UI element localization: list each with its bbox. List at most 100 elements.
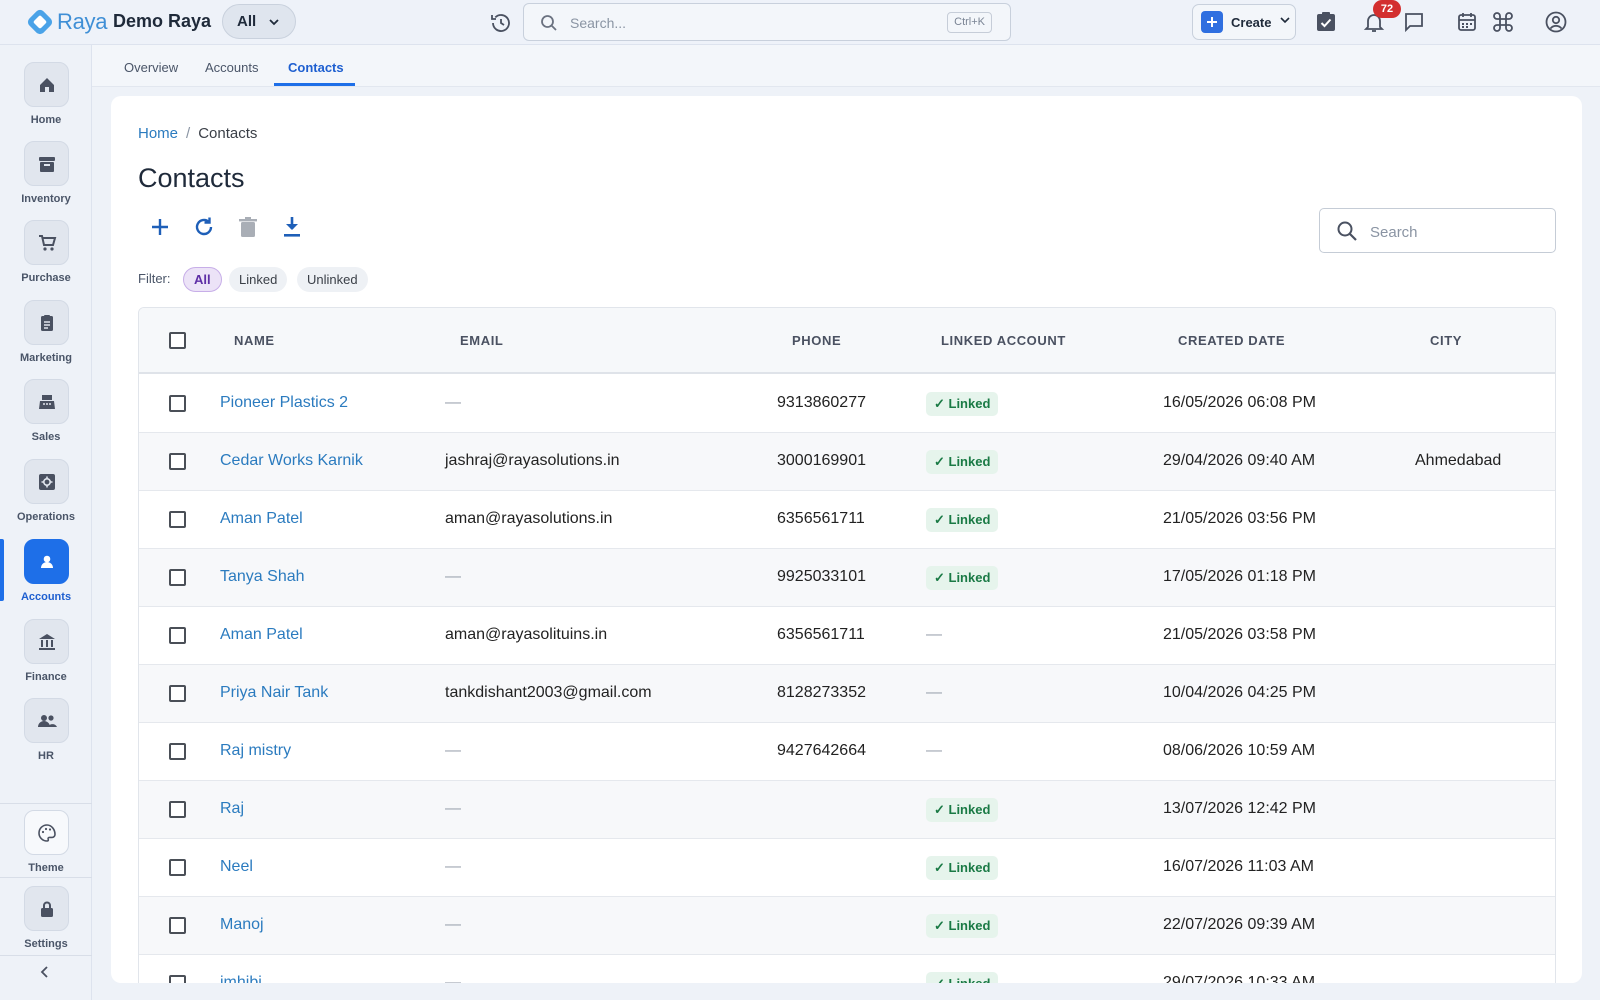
clipboard-icon [24,300,69,345]
contact-name-link[interactable]: Aman Patel [220,510,303,528]
row-checkbox[interactable] [169,859,186,876]
contact-name-link[interactable]: Cedar Works Karnik [220,452,363,470]
sidebar-divider [0,803,92,804]
contact-name-link[interactable]: Raj [220,800,244,818]
filter-chip-linked[interactable]: Linked [229,267,288,292]
tasks-icon[interactable] [1314,10,1338,34]
sidebar-item-accounts[interactable]: Accounts [0,539,92,617]
row-checkbox[interactable] [169,685,186,702]
contact-name-link[interactable]: Manoj [220,916,264,934]
filter-chip-all[interactable]: All [183,267,222,292]
sidebar-item-marketing[interactable]: Marketing [0,300,92,378]
sidebar-item-finance[interactable]: Finance [0,619,92,697]
search-icon [1336,220,1358,247]
table-row[interactable]: Pioneer Plastics 2 — 9313860277 ✓ Linked 16/… [139,375,1555,433]
sidebar-item-label: Finance [25,671,67,683]
sidebar-item-purchase[interactable]: Purchase [0,220,92,298]
collapse-sidebar-icon[interactable] [36,963,54,986]
user-avatar-icon[interactable] [1544,10,1568,34]
row-checkbox[interactable] [169,627,186,644]
row-checkbox[interactable] [169,511,186,528]
contact-name-link[interactable]: imhibi [220,974,262,983]
command-icon[interactable] [1491,10,1515,34]
row-checkbox[interactable] [169,743,186,760]
global-search[interactable]: Search... Ctrl+K [523,3,1011,41]
row-checkbox[interactable] [169,395,186,412]
cart-icon [24,220,69,265]
sidebar-item-inventory[interactable]: Inventory [0,141,92,219]
chat-icon[interactable] [1402,10,1426,34]
filter-label: Filter: [138,271,171,286]
table-row[interactable]: Manoj — ✓ Linked 22/07/2026 09:39 AM [139,897,1555,955]
sidebar-item-operations[interactable]: Operations [0,459,92,537]
linked-account-empty: — [926,626,942,643]
chevron-down-icon [1279,13,1291,31]
contact-name-link[interactable]: Priya Nair Tank [220,684,328,702]
gear-box-icon [24,459,69,504]
column-header-linked-account[interactable]: LINKED ACCOUNT [941,333,1066,348]
column-header-email[interactable]: EMAIL [460,333,503,348]
add-contact-button[interactable] [147,214,173,240]
calendar-icon[interactable] [1455,10,1479,34]
row-checkbox[interactable] [169,801,186,818]
org-name: Demo Raya [113,11,212,31]
row-checkbox[interactable] [169,569,186,586]
history-icon[interactable] [489,11,513,35]
sidebar-item-label: Purchase [21,272,71,284]
contact-name-link[interactable]: Pioneer Plastics 2 [220,394,348,412]
contact-name-link[interactable]: Neel [220,858,253,876]
tab-contacts[interactable]: Contacts [288,60,344,75]
contact-created-date: 29/07/2026 10:33 AM [1163,974,1316,983]
sidebar-divider [0,955,92,956]
tab-accounts[interactable]: Accounts [205,60,258,75]
refresh-button[interactable] [191,214,217,240]
linked-status-badge: ✓ Linked [926,972,999,983]
download-button[interactable] [279,214,305,240]
refresh-icon [195,217,213,236]
contacts-search[interactable]: Search [1319,208,1556,253]
tab-overview[interactable]: Overview [124,60,178,75]
sidebar-item-hr[interactable]: HR [0,698,92,776]
table-row[interactable]: imhibi — ✓ Linked 29/07/2026 10:33 AM [139,955,1555,983]
sidebar-item-sales[interactable]: Sales [0,379,92,457]
table-row[interactable]: Raj mistry — 9427642664 — 08/06/2026 10:59 A… [139,723,1555,781]
contact-name-link[interactable]: Aman Patel [220,626,303,644]
sidebar-item-label: HR [38,750,54,762]
contact-email: — [445,742,461,759]
column-header-phone[interactable]: PHONE [792,333,841,348]
brand-logo[interactable]: Raya [25,7,107,37]
table-row[interactable]: Aman Patel aman@rayasolutions.in 635656171… [139,491,1555,549]
contact-email: — [445,800,461,817]
column-header-city[interactable]: CITY [1430,333,1462,348]
contact-email: — [445,394,461,411]
contact-email: aman@rayasolutions.in [445,510,613,527]
brand-name: Raya [57,9,108,34]
sidebar-item-label: Operations [16,511,76,523]
contact-email: jashraj@rayasolutions.in [445,452,620,469]
create-button[interactable]: Create [1192,4,1296,40]
row-checkbox[interactable] [169,453,186,470]
sidebar-item-settings[interactable]: Settings [0,886,92,964]
contact-created-date: 16/05/2026 06:08 PM [1163,394,1317,411]
table-row[interactable]: Aman Patel aman@rayasolituins.in 635656171… [139,607,1555,665]
table-row[interactable]: Cedar Works Karnik jashraj@rayasolutions.… [139,433,1555,491]
column-header-created-date[interactable]: CREATED DATE [1178,333,1285,348]
contact-name-link[interactable]: Raj mistry [220,742,291,760]
contact-name-link[interactable]: Tanya Shah [220,568,305,586]
contact-email: — [445,858,461,875]
row-checkbox[interactable] [169,917,186,934]
column-header-name[interactable]: NAME [234,333,275,348]
sidebar-item-home[interactable]: Home [0,62,92,140]
table-row[interactable]: Tanya Shah — 9925033101 ✓ Linked 17/05/2026 … [139,549,1555,607]
table-row[interactable]: Priya Nair Tank tankdishant2003@gmail.com… [139,665,1555,723]
filter-chip-unlinked[interactable]: Unlinked [297,267,368,292]
row-checkbox[interactable] [169,975,186,983]
scope-selector[interactable]: All [222,4,296,39]
delete-button[interactable] [235,214,261,240]
select-all-checkbox[interactable] [169,332,186,349]
contact-phone: 6356561711 [777,626,865,643]
table-row[interactable]: Raj — ✓ Linked 13/07/2026 12:42 PM [139,781,1555,839]
table-row[interactable]: Neel — ✓ Linked 16/07/2026 11:03 AM [139,839,1555,897]
breadcrumb-home-link[interactable]: Home [138,125,178,142]
sub-tabs: Overview Accounts Contacts [92,45,1600,87]
